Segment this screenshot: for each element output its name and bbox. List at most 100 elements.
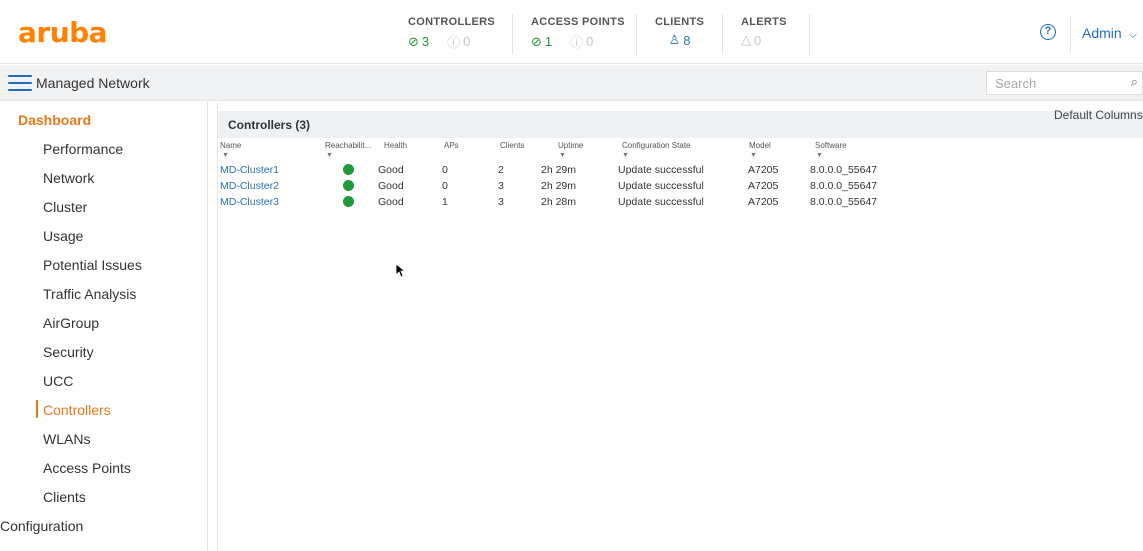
sidebar-item-access-points[interactable]: Access Points <box>43 460 131 476</box>
menu-icon[interactable] <box>8 75 32 91</box>
model-cell: A7205 <box>748 196 779 208</box>
sidebar-item-traffic-analysis[interactable]: Traffic Analysis <box>43 286 136 302</box>
software-cell: 8.0.0.0_55647 <box>810 196 878 208</box>
column-header-uptime[interactable]: Uptime <box>558 141 583 150</box>
reachability-status-dot <box>343 180 354 191</box>
uptime-cell: 2h 28m <box>541 196 577 208</box>
uptime-cell: 2h 29m <box>541 180 577 192</box>
sidebar-item-dashboard[interactable]: Dashboard <box>18 112 91 128</box>
column-header-aps[interactable]: APs <box>444 141 459 150</box>
divider <box>512 14 513 54</box>
alerts-count: 0 <box>754 32 762 48</box>
column-header-software[interactable]: Software <box>815 141 847 150</box>
sidebar-item-clients[interactable]: Clients <box>43 489 86 505</box>
table-title: Controllers (3) <box>228 118 311 132</box>
filter-icon[interactable]: ▼ <box>222 152 229 159</box>
sidebar-item-network[interactable]: Network <box>43 170 94 186</box>
controller-name-link[interactable]: MD-Cluster2 <box>220 180 279 192</box>
sidebar-item-airgroup[interactable]: AirGroup <box>43 315 99 331</box>
filter-icon[interactable]: ▼ <box>559 152 566 159</box>
divider <box>809 14 810 54</box>
default-columns-button[interactable]: Default Columns <box>1054 108 1143 122</box>
aps-cell: 1 <box>442 196 448 208</box>
sidebar-item-potential-issues[interactable]: Potential Issues <box>43 257 142 273</box>
config-state-cell: Update successful <box>618 196 704 208</box>
column-header-configuration-state[interactable]: Configuration State <box>622 141 691 150</box>
aps-cell: 0 <box>442 164 448 176</box>
sidebar-nav: Dashboard Performance Network Cluster Us… <box>0 102 208 551</box>
check-circle-icon: ⊘ <box>531 33 542 49</box>
uptime-cell: 2h 29m <box>541 164 577 176</box>
user-icon: ♙ <box>668 32 681 47</box>
search-icon[interactable]: ⌕ <box>1131 74 1138 90</box>
sidebar-item-wlans[interactable]: WLANs <box>43 431 90 447</box>
reachability-status-dot <box>343 164 354 175</box>
controllers-title: CONTROLLERS <box>408 16 496 28</box>
controller-name-link[interactable]: MD-Cluster1 <box>220 164 279 176</box>
top-header: aruba CONTROLLERS ⊘ 3 ⓘ 0 ACCESS POINTS ⊘ 1… <box>0 0 1143 64</box>
sidebar-item-usage[interactable]: Usage <box>43 228 83 244</box>
warning-triangle-icon: △ <box>741 32 751 47</box>
software-cell: 8.0.0.0_55647 <box>810 164 878 176</box>
model-cell: A7205 <box>748 180 779 192</box>
sidebar-item-performance[interactable]: Performance <box>43 141 123 157</box>
health-cell: Good <box>378 164 404 176</box>
controllers-ok-count: 3 <box>421 34 430 49</box>
column-header-name[interactable]: Name <box>220 141 241 150</box>
health-cell: Good <box>378 196 404 208</box>
table-header-bar: Controllers (3) <box>218 111 1143 138</box>
column-header-health[interactable]: Health <box>384 141 407 150</box>
admin-menu[interactable]: Admin ⌵ <box>1082 25 1137 42</box>
clients-title: CLIENTS <box>655 16 705 28</box>
admin-label: Admin <box>1082 25 1122 41</box>
search-input[interactable] <box>987 72 1107 94</box>
mouse-cursor-icon <box>395 263 407 283</box>
aruba-logo[interactable]: aruba <box>18 16 108 49</box>
chevron-down-icon: ⌵ <box>1128 29 1137 41</box>
filter-icon[interactable]: ▼ <box>326 152 333 159</box>
main-content: Controllers (3) Default Columns Name Rea… <box>209 102 1143 551</box>
clients-cell: 2 <box>498 164 504 176</box>
column-header-model[interactable]: Model <box>749 141 771 150</box>
ap-ok-count: 1 <box>544 34 553 49</box>
reachability-status-dot <box>343 196 354 207</box>
divider <box>217 102 218 551</box>
config-state-cell: Update successful <box>618 180 704 192</box>
check-circle-icon: ⊘ <box>408 33 419 49</box>
health-cell: Good <box>378 180 404 192</box>
column-header-clients[interactable]: Clients <box>500 141 524 150</box>
info-circle-icon: ⓘ <box>570 35 584 50</box>
sidebar-item-security[interactable]: Security <box>43 344 94 360</box>
sidebar-item-ucc[interactable]: UCC <box>43 373 73 389</box>
clients-summary[interactable]: CLIENTS ♙ 8 <box>655 16 704 48</box>
help-icon[interactable]: ? <box>1040 24 1056 40</box>
clients-cell: 3 <box>498 180 504 192</box>
column-header-reachability[interactable]: Reachabilit... <box>325 141 371 150</box>
model-cell: A7205 <box>748 164 779 176</box>
alerts-title: ALERTS <box>741 16 787 28</box>
sidebar-item-controllers[interactable]: Controllers <box>43 402 111 418</box>
managed-network-title[interactable]: Managed Network <box>36 75 150 91</box>
filter-icon[interactable]: ▼ <box>750 152 757 159</box>
ap-warn-count: 0 <box>586 34 594 49</box>
logo-text: aruba <box>18 16 108 49</box>
sidebar-item-cluster[interactable]: Cluster <box>43 199 87 215</box>
filter-icon[interactable]: ▼ <box>622 152 629 159</box>
divider <box>1070 16 1071 52</box>
config-state-cell: Update successful <box>618 164 704 176</box>
clients-count: 8 <box>683 32 691 48</box>
software-cell: 8.0.0.0_55647 <box>810 180 878 192</box>
controller-name-link[interactable]: MD-Cluster3 <box>220 196 279 208</box>
access-points-title: ACCESS POINTS <box>531 16 625 28</box>
access-points-summary[interactable]: ACCESS POINTS ⊘ 1 ⓘ 0 <box>531 16 625 51</box>
sidebar-item-configuration[interactable]: Configuration <box>0 518 83 534</box>
clients-cell: 3 <box>498 196 504 208</box>
search-box[interactable]: ⌕ <box>986 71 1143 95</box>
controllers-summary[interactable]: CONTROLLERS ⊘ 3 ⓘ 0 <box>408 16 495 51</box>
divider <box>722 14 723 54</box>
context-bar: Managed Network ⌕ <box>0 65 1143 101</box>
divider <box>636 14 637 54</box>
info-circle-icon: ⓘ <box>447 35 461 50</box>
filter-icon[interactable]: ▼ <box>816 152 823 159</box>
alerts-summary[interactable]: ALERTS △ 0 <box>741 16 787 48</box>
